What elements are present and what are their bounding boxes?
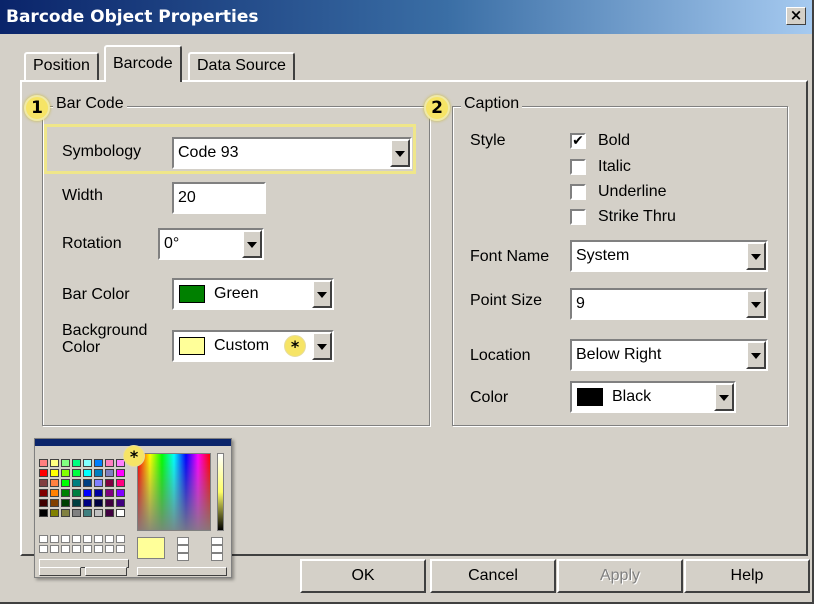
bar-color-value: Green: [214, 285, 259, 302]
italic-checkbox[interactable]: [570, 159, 586, 175]
rotation-label: Rotation: [62, 235, 122, 252]
underline-label: Underline: [598, 183, 667, 200]
symbology-dropdown[interactable]: Code 93: [172, 137, 412, 169]
help-button[interactable]: Help: [684, 559, 810, 593]
chevron-down-icon[interactable]: [312, 332, 332, 360]
background-color-value: Custom: [214, 337, 270, 354]
italic-label: Italic: [598, 158, 631, 175]
tab-position[interactable]: Position: [24, 52, 99, 82]
background-color-swatch: [179, 337, 205, 355]
color-dropdown[interactable]: Black: [570, 381, 736, 413]
strike-thru-label: Strike Thru: [598, 208, 676, 225]
green-field: [211, 545, 223, 553]
bold-label: Bold: [598, 132, 631, 149]
callout-badge-2: 2: [424, 95, 450, 121]
location-dropdown[interactable]: Below Right: [570, 339, 768, 371]
dialog-window: Barcode Object Properties × Position Bar…: [0, 0, 814, 604]
lum-field: [177, 553, 189, 561]
chevron-down-icon[interactable]: [242, 230, 262, 258]
background-color-label-line2: Color: [62, 339, 101, 356]
point-size-label: Point Size: [470, 292, 543, 309]
color-spectrum: [137, 453, 211, 531]
chevron-down-icon[interactable]: [714, 383, 734, 411]
window-title: Barcode Object Properties: [6, 7, 259, 27]
title-bar[interactable]: Barcode Object Properties ×: [0, 0, 812, 34]
color-value: Black: [612, 388, 652, 405]
color-swatch: [577, 388, 603, 406]
callout-star-marker: *: [284, 335, 306, 357]
font-name-dropdown[interactable]: System: [570, 240, 768, 272]
background-color-label: Background Color: [62, 322, 147, 356]
caption-group-title: Caption: [461, 95, 523, 113]
ok-button[interactable]: OK: [300, 559, 426, 593]
chevron-down-icon[interactable]: [312, 280, 332, 308]
sat-field: [177, 545, 189, 553]
location-label: Location: [470, 347, 531, 364]
selected-color-preview: [137, 537, 165, 559]
font-name-label: Font Name: [470, 248, 550, 265]
callout-badge-1: 1: [24, 95, 50, 121]
chevron-down-icon[interactable]: [746, 290, 766, 318]
bar-color-swatch: [179, 285, 205, 303]
chevron-down-icon[interactable]: [746, 242, 766, 270]
point-size-dropdown[interactable]: 9: [570, 288, 768, 320]
tab-data-source[interactable]: Data Source: [188, 52, 295, 82]
basic-colors-grid: [39, 459, 125, 517]
barcode-group-title: Bar Code: [53, 95, 127, 113]
rotation-dropdown[interactable]: 0°: [158, 228, 264, 260]
close-button[interactable]: ×: [786, 7, 806, 25]
bar-color-dropdown[interactable]: Green: [172, 278, 334, 310]
hue-field: [177, 537, 189, 545]
rotation-value: 0°: [164, 235, 180, 252]
style-label: Style: [470, 132, 506, 149]
chevron-down-icon[interactable]: [746, 341, 766, 369]
underline-checkbox[interactable]: [570, 184, 586, 200]
thumbnail-star-marker: *: [123, 445, 145, 467]
point-size-value: 9: [576, 295, 585, 312]
custom-colors-grid: [39, 535, 125, 553]
bar-color-label: Bar Color: [62, 286, 130, 303]
chevron-down-icon[interactable]: [390, 139, 410, 167]
width-input[interactable]: 20: [172, 182, 266, 214]
tab-barcode[interactable]: Barcode: [104, 45, 182, 82]
symbology-label: Symbology: [62, 143, 142, 160]
font-name-value: System: [576, 247, 630, 264]
color-dialog-thumbnail: *: [34, 438, 232, 578]
blue-field: [211, 553, 223, 561]
red-field: [211, 537, 223, 545]
apply-button[interactable]: Apply: [557, 559, 683, 593]
add-to-custom-colors-button: [137, 567, 227, 576]
luminance-bar: [217, 453, 224, 531]
location-value: Below Right: [576, 346, 662, 363]
thumb-ok-button: [39, 567, 81, 576]
background-color-label-line1: Background: [62, 322, 148, 339]
width-label: Width: [62, 187, 103, 204]
cancel-button[interactable]: Cancel: [430, 559, 556, 593]
symbology-value: Code 93: [178, 144, 239, 161]
thumb-cancel-button: [85, 567, 127, 576]
strike-thru-checkbox[interactable]: [570, 209, 586, 225]
background-color-dropdown[interactable]: Custom *: [172, 330, 334, 362]
bold-checkbox[interactable]: ✔: [570, 133, 586, 149]
color-label: Color: [470, 389, 509, 406]
